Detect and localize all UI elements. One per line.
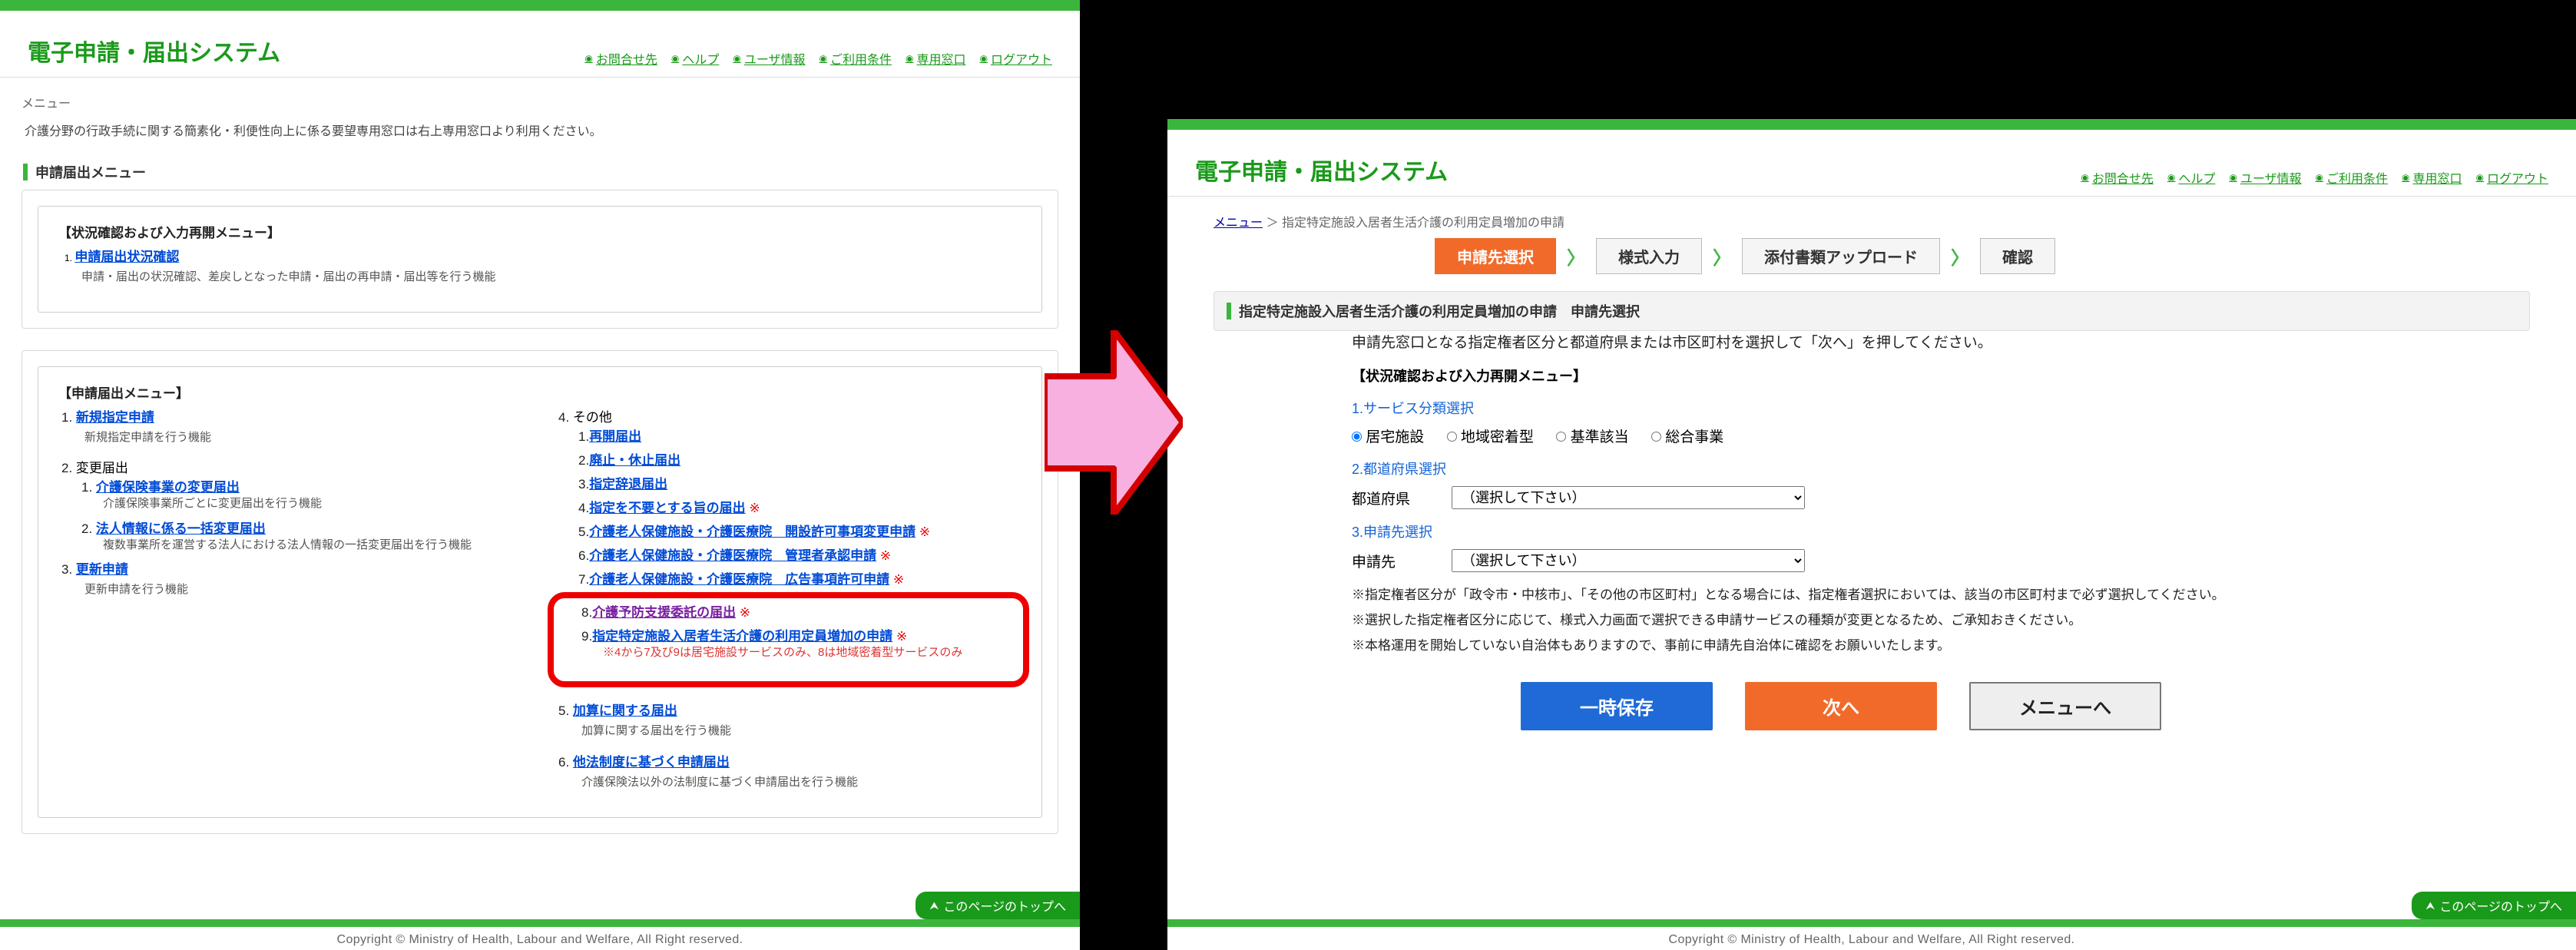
link-new-appl[interactable]: 新規指定申請: [76, 410, 154, 425]
wizard-step-1: 申請先選択: [1435, 238, 1556, 274]
footer-green-bar: [0, 919, 1080, 927]
section-marker-icon: [23, 164, 28, 180]
radio-kijun[interactable]: [1556, 432, 1566, 442]
link-change-1[interactable]: 介護保険事業の変更届出: [96, 480, 240, 495]
link-other-2[interactable]: 廃止・休止届出: [589, 453, 680, 468]
link-logout-r[interactable]: ログアウト: [2476, 168, 2549, 187]
step1-label: 1.サービス分類選択: [1352, 398, 2396, 418]
confirm-menu-box: 【状況確認および入力再開メニュー】 1. 申請届出状況確認 申請・届出の状況確認…: [22, 190, 1058, 329]
page-title-bar: 指定特定施設入居者生活介護の利用定員増加の申請 申請先選択: [1214, 291, 2530, 331]
link-renewal[interactable]: 更新申請: [76, 562, 128, 577]
wizard-step-2: 様式入力: [1596, 238, 1702, 274]
chevron-right-icon: 〉: [1567, 243, 1585, 270]
appl-menu-title: 【申請届出メニュー】: [58, 382, 1021, 402]
next-button[interactable]: 次へ: [1745, 682, 1937, 730]
link-contact-r[interactable]: お問合せ先: [2081, 168, 2154, 187]
link-other-8[interactable]: 介護予防支援委託の届出: [592, 605, 736, 620]
link-help[interactable]: ヘルプ: [671, 49, 720, 68]
radio-sougou[interactable]: [1651, 432, 1661, 442]
prefecture-label: 都道府県: [1352, 488, 1436, 508]
footer-green-bar-r: [1167, 919, 2576, 927]
status-check-desc: 申請・届出の状況確認、差戻しとなった申請・届出の再申請・届出等を行う機能: [81, 268, 1021, 286]
header-links-r: お問合せ先 ヘルプ ユーザ情報 ご利用条件 専用窓口 ログアウト: [2081, 168, 2548, 187]
section-title: 申請届出メニュー: [35, 162, 146, 182]
site-title: 電子申請・届出システム: [28, 34, 280, 68]
link-special-r[interactable]: 専用窓口: [2402, 168, 2462, 187]
confirm-menu-title: 【状況確認および入力再開メニュー】: [58, 222, 1021, 241]
right-body: メニュー ＞ 指定特定施設入居者生活介護の利用定員増加の申請 申請先選択 〉 様…: [1167, 197, 2576, 950]
link-other-7[interactable]: 介護老人保健施設・介護医療院 広告事項許可申請: [589, 572, 889, 587]
prefecture-select[interactable]: （選択して下さい）: [1452, 486, 1805, 509]
save-button[interactable]: 一時保存: [1521, 682, 1713, 730]
menu-button[interactable]: メニューへ: [1969, 682, 2161, 730]
link-other-6[interactable]: 介護老人保健施設・介護医療院 管理者承認申請: [589, 548, 876, 563]
link-user-info[interactable]: ユーザ情報: [733, 49, 805, 68]
chevron-right-icon: 〉: [1713, 243, 1731, 270]
breadcrumb-menu-link[interactable]: メニュー: [1214, 217, 1263, 230]
link-logout[interactable]: ログアウト: [980, 49, 1053, 68]
section-marker-icon: [1227, 303, 1231, 319]
step3-label: 3.申請先選択: [1352, 521, 2396, 541]
link-other-1[interactable]: 再開届出: [589, 429, 641, 444]
link-user-info-r[interactable]: ユーザ情報: [2229, 168, 2301, 187]
step2-label: 2.都道府県選択: [1352, 458, 2396, 478]
link-other-3[interactable]: 指定辞退届出: [589, 477, 667, 492]
right-screenshot-outer: 電子申請・届出システム お問合せ先 ヘルプ ユーザ情報 ご利用条件 専用窓口 ロ…: [1080, 0, 2576, 950]
top-green-bar: [0, 0, 1080, 11]
breadcrumb-r: メニュー ＞ 指定特定施設入居者生活介護の利用定員増加の申請: [1214, 212, 2530, 230]
header-r: 電子申請・届出システム お問合せ先 ヘルプ ユーザ情報 ご利用条件 専用窓口 ロ…: [1167, 130, 2576, 197]
button-row: 一時保存 次へ メニューへ: [1521, 682, 2396, 730]
link-other-9[interactable]: 指定特定施設入居者生活介護の利用定員増加の申請: [592, 629, 892, 644]
radio-kyotaku[interactable]: [1352, 432, 1362, 442]
wizard-step-3: 添付書類アップロード: [1742, 238, 1940, 274]
destination-label: 申請先: [1352, 551, 1436, 571]
link-addition[interactable]: 加算に関する届出: [573, 703, 677, 718]
wizard-steps: 申請先選択 〉 様式入力 〉 添付書類アップロード 〉 確認: [1435, 238, 2530, 274]
site-title-r: 電子申請・届出システム: [1195, 153, 1448, 187]
confirm-title: 【状況確認および入力再開メニュー】: [1352, 366, 2396, 386]
link-change-2[interactable]: 法人情報に係る一括変更届出: [96, 521, 266, 536]
menu-col-right: 4. その他 1.再開届出 2.廃止・休止届出 3.指定辞退届出 4.指定を不要…: [555, 406, 1021, 802]
link-help-r[interactable]: ヘルプ: [2167, 168, 2216, 187]
link-terms[interactable]: ご利用条件: [819, 49, 892, 68]
link-terms-r[interactable]: ご利用条件: [2316, 168, 2389, 187]
form-notes: ※指定権者区分が「政令市・中核市」、「その他の市区町村」となる場合には、指定権者…: [1352, 584, 2396, 657]
intro-text: 介護分野の行政手続に関する簡素化・利便性向上に係る要望専用窓口は右上専用窓口より…: [25, 122, 1055, 142]
link-other-5[interactable]: 介護老人保健施設・介護医療院 開設許可事項変更申請: [589, 525, 916, 539]
left-screenshot: 電子申請・届出システム お問合せ先 ヘルプ ユーザ情報 ご利用条件 専用窓口 ロ…: [0, 0, 1080, 950]
copyright: Copyright © Ministry of Health, Labour a…: [0, 933, 1080, 947]
transition-arrow-icon: [1045, 330, 1183, 515]
right-screenshot: 電子申請・届出システム お問合せ先 ヘルプ ユーザ情報 ご利用条件 専用窓口 ロ…: [1167, 119, 2576, 950]
link-other-law[interactable]: 他法制度に基づく申請届出: [573, 755, 730, 770]
top-green-bar-r: [1167, 119, 2576, 130]
page-title: 指定特定施設入居者生活介護の利用定員増加の申請 申請先選択: [1239, 301, 1640, 321]
form-lead: 申請先窓口となる指定権者区分と都道府県または市区町村を選択して「次へ」を押してく…: [1352, 331, 2396, 352]
header-links: お問合せ先 ヘルプ ユーザ情報 ご利用条件 専用窓口 ログアウト: [584, 49, 1052, 68]
radio-chiiki[interactable]: [1447, 432, 1457, 442]
link-status-check[interactable]: 申請届出状況確認: [74, 250, 179, 264]
highlighted-item: 8.介護予防支援委託の届出 ※ 9.指定特定施設入居者生活介護の利用定員増加の申…: [548, 592, 1029, 688]
menu-col-left: 1. 新規指定申請 新規指定申請を行う機能 2. 変更届出 1.: [58, 406, 525, 802]
link-special[interactable]: 専用窓口: [906, 49, 966, 68]
page-top-button-r[interactable]: このページのトップへ: [2412, 892, 2576, 919]
form-area: 申請先窓口となる指定権者区分と都道府県または市区町村を選択して「次へ」を押してく…: [1352, 331, 2396, 730]
service-type-radios: 居宅施設 地域密着型 基準該当 総合事業: [1352, 425, 2396, 446]
page-top-button[interactable]: このページのトップへ: [916, 892, 1080, 919]
left-body: メニュー 介護分野の行政手続に関する簡素化・利便性向上に係る要望専用窓口は右上専…: [0, 78, 1080, 950]
breadcrumb: メニュー: [22, 93, 1058, 111]
destination-select[interactable]: （選択して下さい）: [1452, 549, 1805, 572]
section-header: 申請届出メニュー: [22, 156, 1058, 190]
header: 電子申請・届出システム お問合せ先 ヘルプ ユーザ情報 ご利用条件 専用窓口 ロ…: [0, 11, 1080, 78]
wizard-step-4: 確認: [1980, 238, 2055, 274]
chevron-right-icon: 〉: [1951, 243, 1969, 270]
link-other-4[interactable]: 指定を不要とする旨の届出: [589, 501, 746, 515]
application-menu-box: 【申請届出メニュー】 1. 新規指定申請 新規指定申請を行う機能 2.: [22, 350, 1058, 834]
copyright-r: Copyright © Ministry of Health, Labour a…: [1167, 933, 2576, 947]
link-contact[interactable]: お問合せ先: [584, 49, 657, 68]
